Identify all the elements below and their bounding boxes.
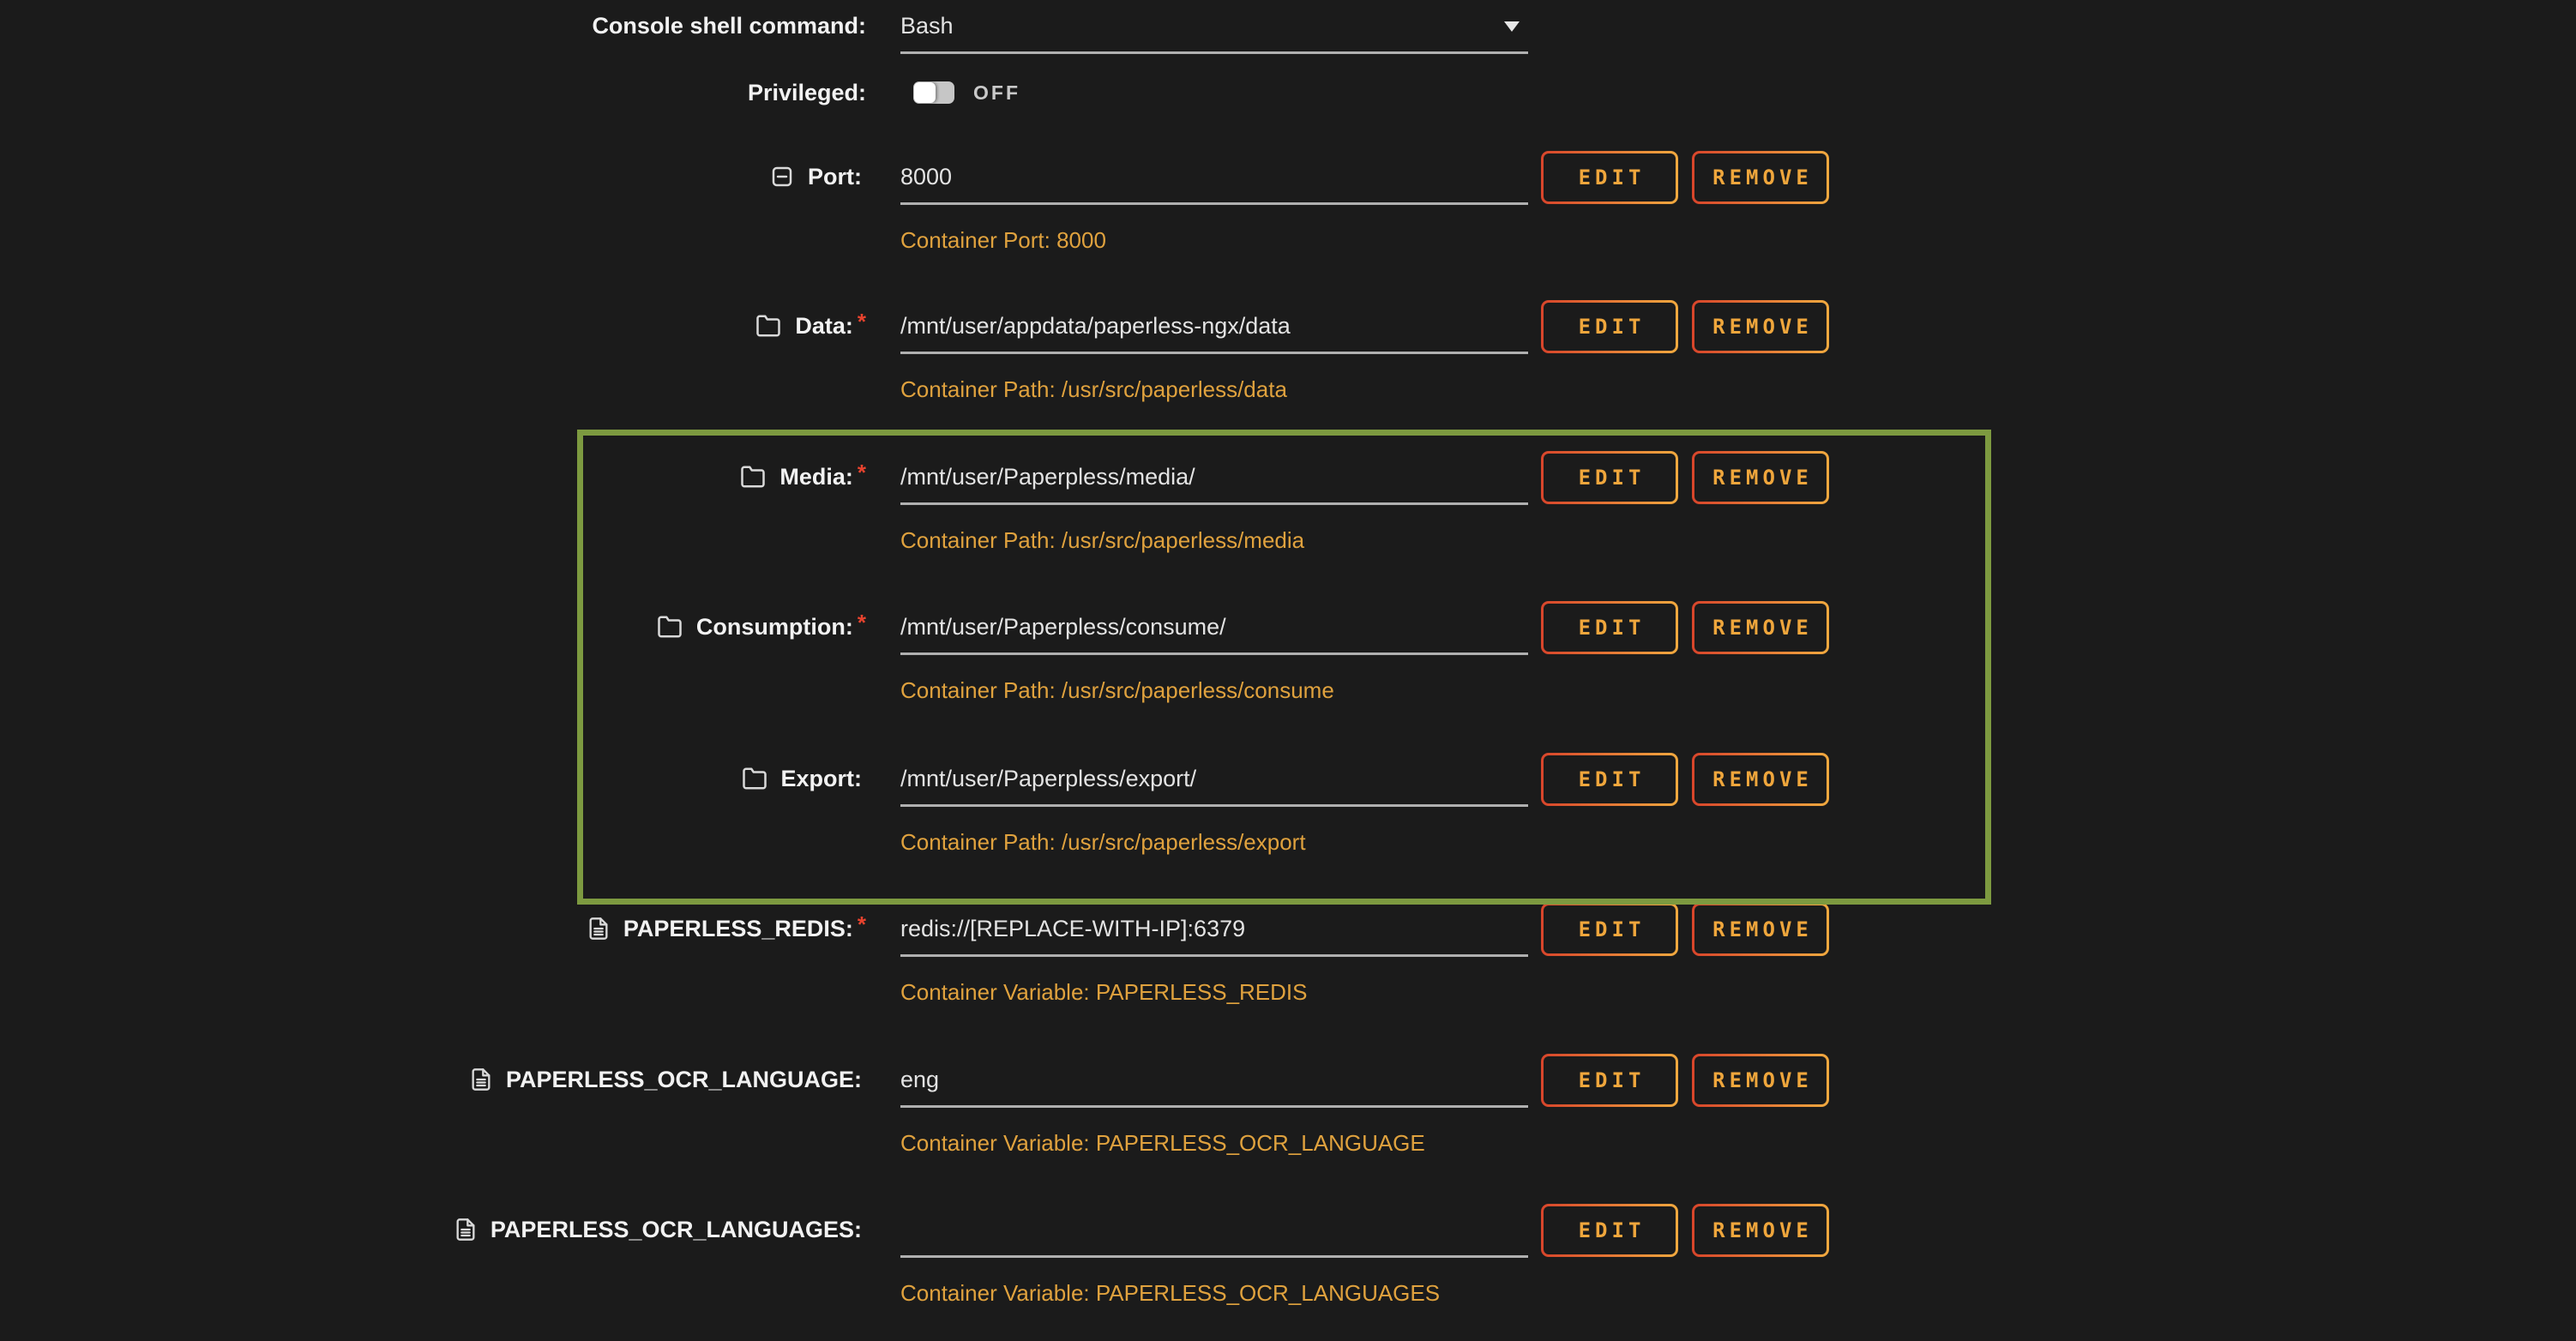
- field-caption: Container Path: /usr/src/paperless/data: [900, 376, 1287, 403]
- field-label: Data: *: [755, 300, 866, 352]
- console-shell-command-select[interactable]: Bash: [900, 0, 1528, 54]
- remove-button[interactable]: REMOVE: [1692, 903, 1829, 956]
- input-value: 8000: [900, 164, 952, 190]
- remove-button[interactable]: REMOVE: [1692, 601, 1829, 654]
- field-label: Export:: [741, 753, 867, 804]
- toggle-state-label: OFF: [973, 67, 1020, 118]
- required-marker: *: [858, 610, 866, 636]
- input-value: /mnt/user/Paperpless/media/: [900, 464, 1195, 490]
- remove-button[interactable]: REMOVE: [1692, 1204, 1829, 1257]
- field-caption: Container Path: /usr/src/paperless/expor…: [900, 829, 1306, 856]
- required-marker: *: [858, 460, 866, 486]
- field-label: PAPERLESS_OCR_LANGUAGES:: [454, 1204, 866, 1255]
- field-caption: Container Variable: PAPERLESS_REDIS: [900, 979, 1308, 1006]
- input-value: eng: [900, 1067, 939, 1093]
- folder-icon: [656, 614, 683, 640]
- paperless-ocr-languages-input[interactable]: [900, 1204, 1528, 1258]
- field-label: Consumption: *: [656, 601, 866, 652]
- remove-button[interactable]: REMOVE: [1692, 300, 1829, 353]
- field-label: PAPERLESS_OCR_LANGUAGE:: [469, 1054, 866, 1105]
- remove-button[interactable]: REMOVE: [1692, 151, 1829, 204]
- file-text-icon: [587, 916, 611, 941]
- folder-icon: [739, 464, 767, 490]
- folder-icon: [741, 766, 768, 791]
- edit-button[interactable]: EDIT: [1541, 1204, 1678, 1257]
- field-label-text: Consumption:: [696, 614, 853, 640]
- field-row-port: Port: 8000 Container Port: 8000 EDIT REM…: [0, 151, 2576, 281]
- edit-button[interactable]: EDIT: [1541, 300, 1678, 353]
- field-label-text: Media:: [779, 464, 853, 490]
- data-path-input[interactable]: /mnt/user/appdata/paperless-ngx/data: [900, 300, 1528, 354]
- field-caption: Container Variable: PAPERLESS_OCR_LANGUA…: [900, 1130, 1425, 1157]
- field-label: Privileged:: [748, 67, 866, 118]
- edit-button[interactable]: EDIT: [1541, 151, 1678, 204]
- field-row-paperless-ocr-languages: PAPERLESS_OCR_LANGUAGES: Container Varia…: [0, 1204, 2576, 1334]
- remove-button[interactable]: REMOVE: [1692, 451, 1829, 504]
- media-path-input[interactable]: /mnt/user/Paperpless/media/: [900, 451, 1528, 505]
- edit-button[interactable]: EDIT: [1541, 753, 1678, 806]
- paperless-redis-input[interactable]: redis://[REPLACE-WITH-IP]:6379: [900, 903, 1528, 957]
- field-caption: Container Path: /usr/src/paperless/media: [900, 527, 1304, 554]
- port-icon: [769, 164, 795, 189]
- required-marker: *: [858, 309, 866, 335]
- file-text-icon: [454, 1217, 478, 1242]
- edit-button[interactable]: EDIT: [1541, 1054, 1678, 1107]
- field-label-text: Privileged:: [748, 80, 866, 106]
- consumption-path-input[interactable]: /mnt/user/Paperpless/consume/: [900, 601, 1528, 655]
- privileged-toggle[interactable]: [913, 81, 954, 104]
- field-caption: Container Variable: PAPERLESS_OCR_LANGUA…: [900, 1280, 1440, 1307]
- field-row-export: Export: /mnt/user/Paperpless/export/ Con…: [0, 753, 2576, 883]
- field-row-paperless-redis: PAPERLESS_REDIS: * redis://[REPLACE-WITH…: [0, 903, 2576, 1033]
- toggle-knob: [914, 82, 936, 103]
- field-label-text: Console shell command:: [592, 13, 866, 39]
- paperless-ocr-language-input[interactable]: eng: [900, 1054, 1528, 1108]
- file-text-icon: [469, 1067, 493, 1092]
- input-value: redis://[REPLACE-WITH-IP]:6379: [900, 916, 1245, 942]
- field-label-text: PAPERLESS_OCR_LANGUAGES:: [491, 1217, 862, 1243]
- field-label-text: PAPERLESS_REDIS:: [623, 916, 853, 942]
- field-row-media: Media: * /mnt/user/Paperpless/media/ Con…: [0, 451, 2576, 581]
- remove-button[interactable]: REMOVE: [1692, 1054, 1829, 1107]
- edit-button[interactable]: EDIT: [1541, 903, 1678, 956]
- field-label: Port:: [769, 151, 866, 202]
- remove-button[interactable]: REMOVE: [1692, 753, 1829, 806]
- input-value: /mnt/user/Paperpless/export/: [900, 766, 1196, 792]
- field-label: Media: *: [739, 451, 866, 502]
- folder-icon: [755, 313, 782, 339]
- field-label-text: Port:: [808, 164, 862, 190]
- field-row-data: Data: * /mnt/user/appdata/paperless-ngx/…: [0, 300, 2576, 430]
- required-marker: *: [858, 911, 866, 938]
- dropdown-arrow-icon: [1504, 21, 1520, 32]
- edit-button[interactable]: EDIT: [1541, 601, 1678, 654]
- field-label-text: PAPERLESS_OCR_LANGUAGE:: [506, 1067, 862, 1093]
- port-input[interactable]: 8000: [900, 151, 1528, 205]
- docker-template-settings-page: Console shell command: Bash Privileged: …: [0, 0, 2576, 1341]
- field-row-paperless-ocr-language: PAPERLESS_OCR_LANGUAGE: eng Container Va…: [0, 1054, 2576, 1184]
- field-caption: Container Port: 8000: [900, 227, 1106, 254]
- input-value: /mnt/user/appdata/paperless-ngx/data: [900, 313, 1291, 340]
- field-label-text: Data:: [795, 313, 853, 340]
- field-label: Console shell command:: [592, 0, 866, 51]
- field-label-text: Export:: [781, 766, 863, 792]
- select-value: Bash: [900, 13, 954, 39]
- field-label: PAPERLESS_REDIS: *: [587, 903, 866, 954]
- field-row-consumption: Consumption: * /mnt/user/Paperpless/cons…: [0, 601, 2576, 731]
- field-caption: Container Path: /usr/src/paperless/consu…: [900, 677, 1334, 704]
- edit-button[interactable]: EDIT: [1541, 451, 1678, 504]
- export-path-input[interactable]: /mnt/user/Paperpless/export/: [900, 753, 1528, 807]
- input-value: /mnt/user/Paperpless/consume/: [900, 614, 1226, 640]
